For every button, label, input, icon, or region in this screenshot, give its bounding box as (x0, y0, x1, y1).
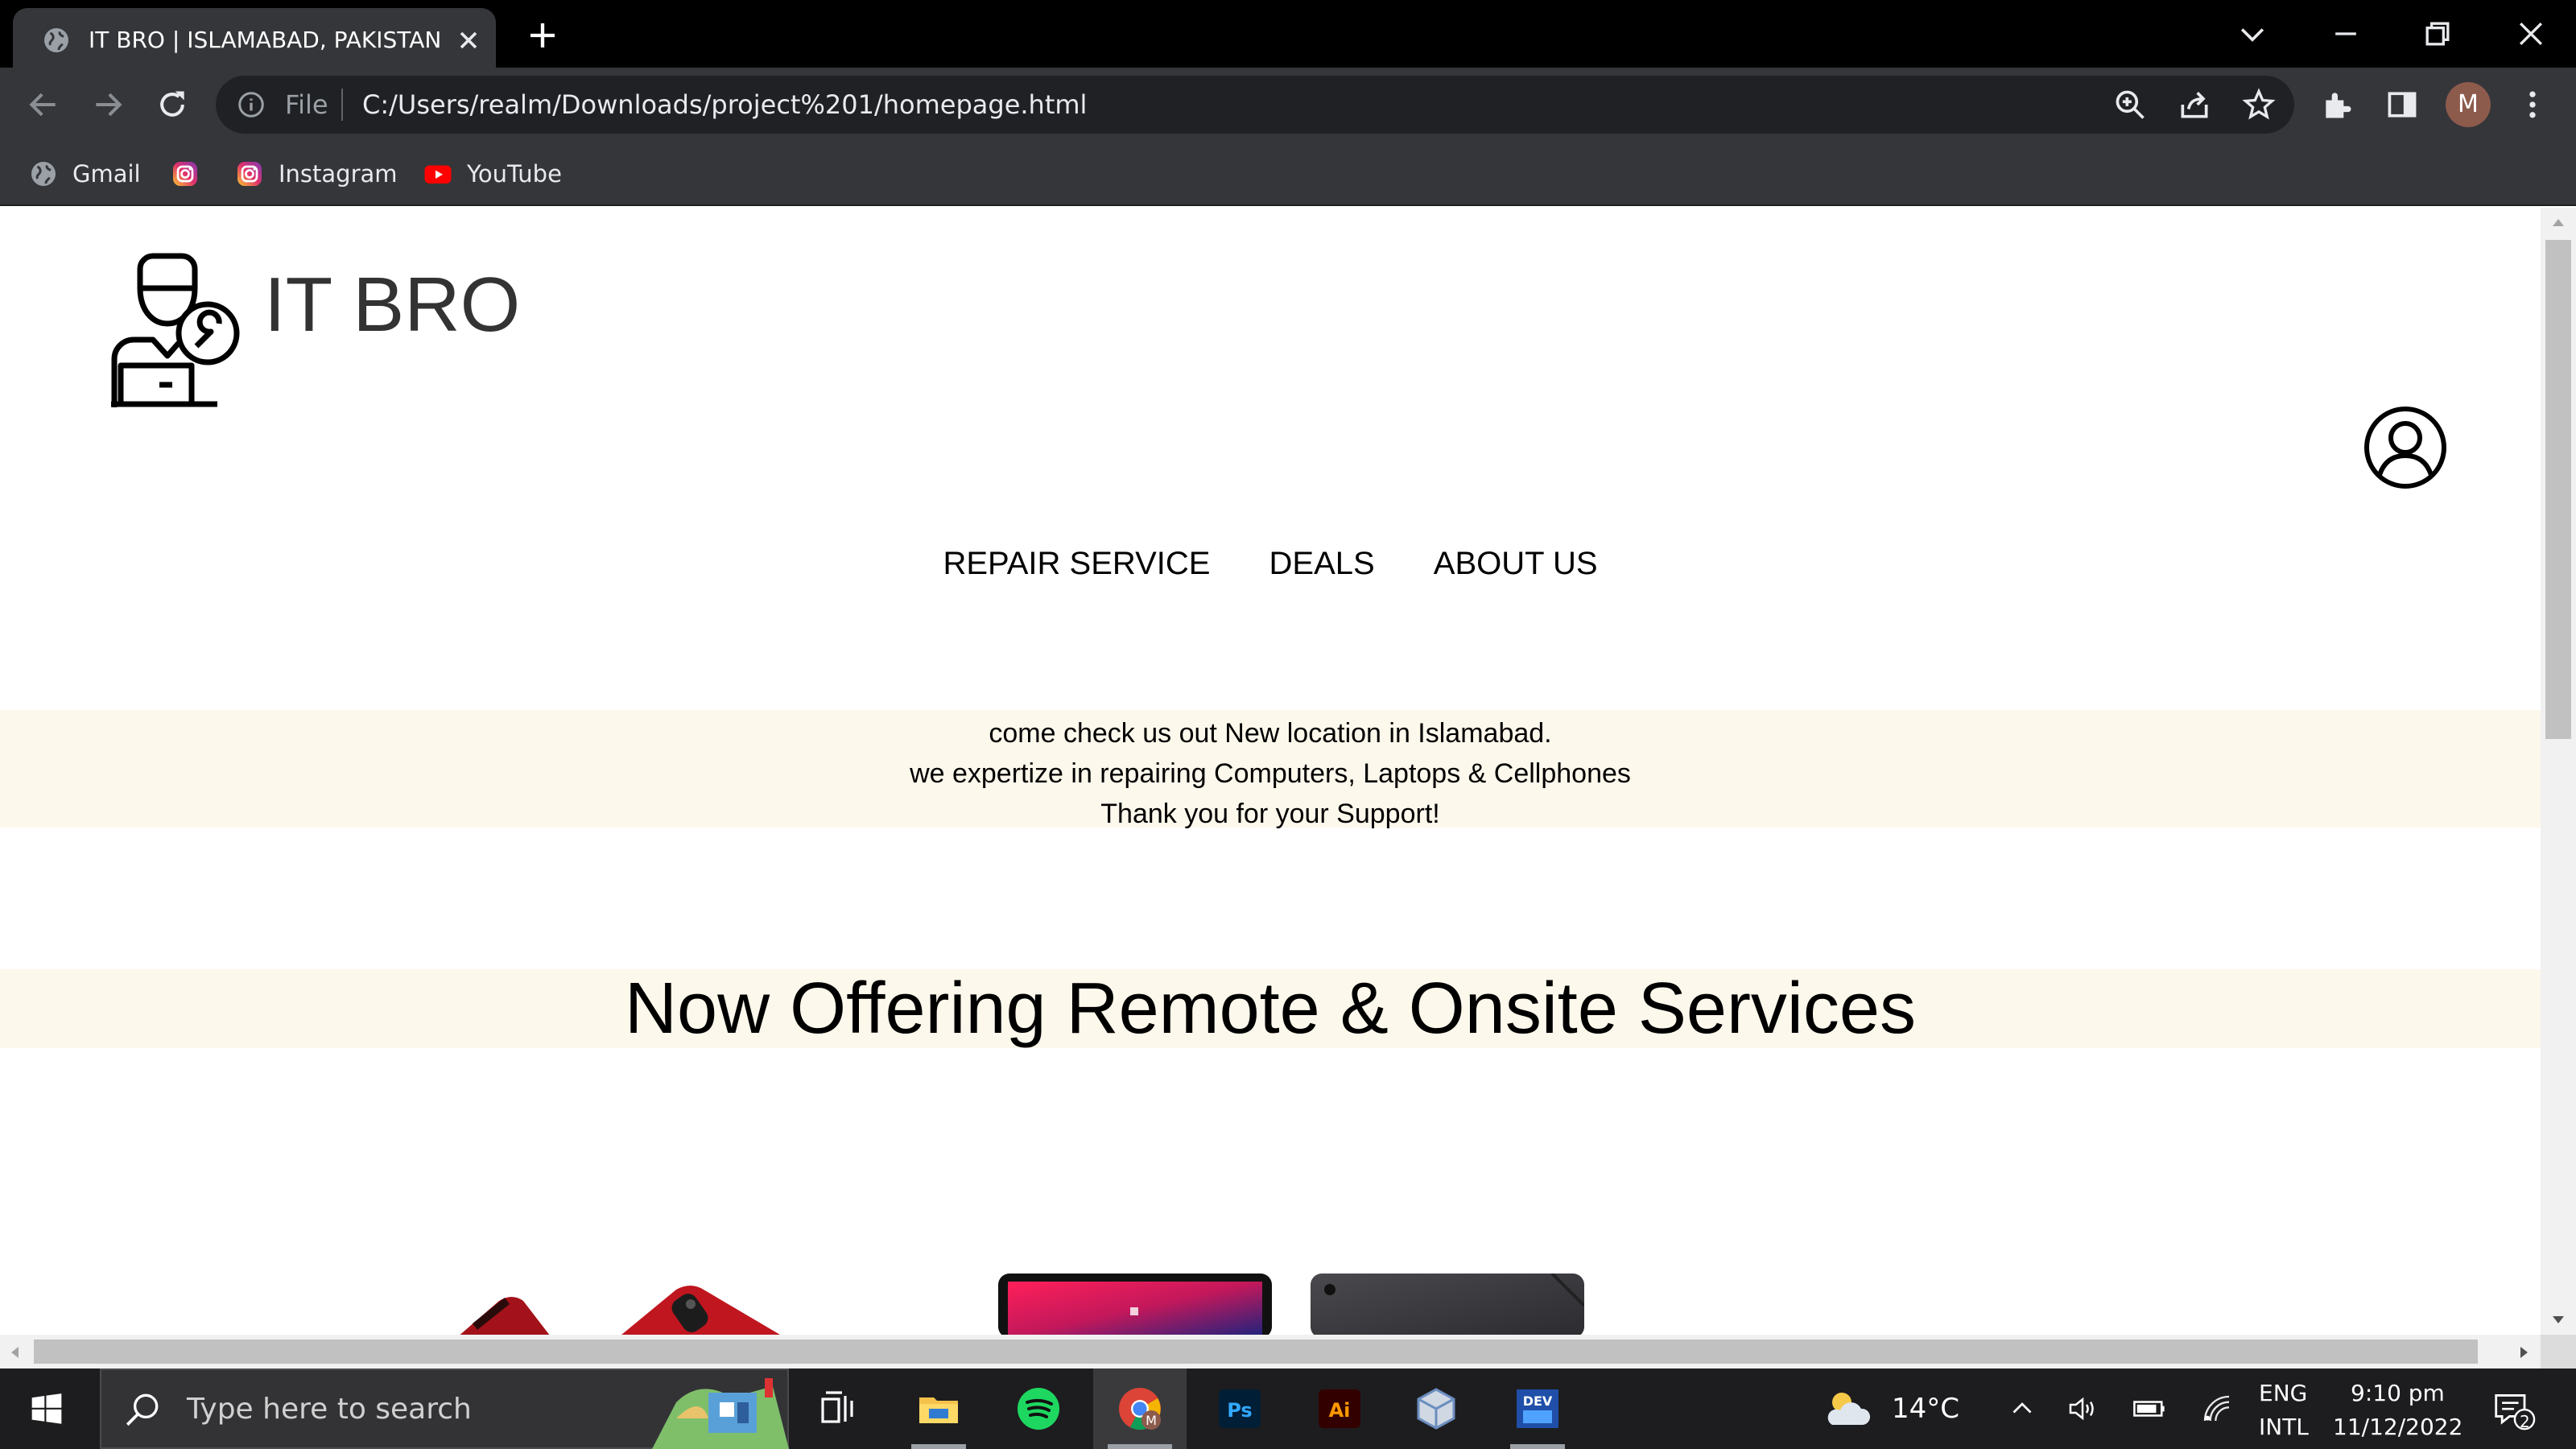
scroll-down-arrow-icon[interactable] (2550, 1314, 2566, 1327)
file-explorer-icon[interactable] (916, 1386, 961, 1431)
divider (341, 89, 343, 121)
scroll-right-arrow-icon[interactable] (2518, 1344, 2531, 1360)
clock-date[interactable]: 11/12/2022 (2333, 1414, 2462, 1440)
vertical-scroll-thumb[interactable] (2545, 240, 2571, 739)
chrome-icon[interactable]: M (1117, 1386, 1162, 1431)
bookmark-label: Gmail (72, 160, 141, 188)
bookmarks-bar: Gmail Instagram YouTube (0, 142, 2576, 206)
announcement-line: come check us out New location in Islama… (989, 718, 1552, 749)
scrollbar-corner (2541, 1335, 2576, 1368)
new-tab-icon[interactable] (526, 19, 559, 52)
url-text[interactable]: C:/Users/realm/Downloads/project%201/hom… (362, 90, 1087, 119)
bookmark-star-icon[interactable] (2241, 87, 2277, 122)
wifi-icon[interactable] (2201, 1393, 2233, 1425)
offer-banner: Now Offering Remote & Onsite Services (0, 969, 2541, 1048)
address-bar[interactable]: File C:/Users/realm/Downloads/project%20… (216, 76, 2294, 134)
scheme-label: File (285, 89, 328, 120)
search-placeholder: Type here to search (187, 1393, 472, 1426)
brand-name[interactable]: IT BRO (264, 261, 520, 349)
vertical-scrollbar[interactable] (2541, 208, 2576, 1335)
extensions-icon[interactable] (2320, 87, 2355, 122)
running-indicator (1510, 1444, 1565, 1449)
nav-repair-service[interactable]: REPAIR SERVICE (943, 546, 1210, 581)
announcement-line: Thank you for your Support! (1100, 799, 1440, 829)
page-viewport: IT BRO REPAIR SERVICE DEALS ABOUT US com… (0, 208, 2541, 1335)
forward-arrow-icon[interactable] (90, 87, 126, 122)
scroll-up-arrow-icon[interactable] (2550, 216, 2566, 229)
youtube-icon (424, 165, 452, 184)
profile-avatar[interactable]: M (2446, 82, 2491, 127)
ipad-back-image (1311, 1274, 1584, 1335)
globe-icon (31, 162, 56, 186)
back-arrow-icon[interactable] (26, 87, 61, 122)
offer-heading: Now Offering Remote & Onsite Services (625, 968, 1916, 1049)
svg-text:Ai: Ai (1329, 1399, 1351, 1422)
instagram-icon (237, 162, 262, 186)
running-indicator (1108, 1444, 1172, 1449)
red-phones-image (460, 1286, 781, 1335)
illustrator-icon[interactable]: Ai (1317, 1386, 1362, 1431)
svg-text:DEV: DEV (1523, 1393, 1553, 1409)
bookmark-label: Instagram (279, 160, 398, 188)
bookmark-label: YouTube (467, 160, 562, 188)
nav-about-us[interactable]: ABOUT US (1434, 546, 1598, 581)
announcement-banner: come check us out New location in Islama… (0, 710, 2541, 829)
nav-deals[interactable]: DEALS (1269, 546, 1375, 581)
side-panel-icon[interactable] (2384, 87, 2420, 122)
weather-cloud-icon[interactable] (1823, 1386, 1874, 1431)
photoshop-icon[interactable]: Ps (1217, 1386, 1262, 1431)
announcement-line: we expertize in repairing Computers, Lap… (910, 758, 1631, 789)
weather-temp[interactable]: 14°C (1892, 1393, 1959, 1425)
info-icon[interactable] (237, 90, 266, 119)
language-label[interactable]: ENG (2259, 1380, 2307, 1406)
search-icon (126, 1393, 159, 1426)
bookmark-youtube[interactable]: YouTube (423, 156, 562, 192)
horizontal-scroll-thumb[interactable] (34, 1340, 2478, 1364)
tab-search-chevron-icon[interactable] (2235, 16, 2270, 52)
horizontal-scrollbar[interactable] (0, 1335, 2541, 1368)
virtualbox-icon[interactable] (1414, 1386, 1459, 1431)
windows-taskbar: Type here to search M Ps Ai DEV 14°C ENG… (0, 1368, 2576, 1449)
share-icon[interactable] (2177, 87, 2212, 122)
browser-tab[interactable]: IT BRO | ISLAMABAD, PAKISTAN (13, 8, 496, 68)
running-indicator (911, 1444, 966, 1449)
ipad-screen-image (998, 1274, 1272, 1335)
main-nav: REPAIR SERVICE DEALS ABOUT US (0, 546, 2541, 582)
keyboard-layout-label[interactable]: INTL (2259, 1414, 2309, 1440)
spotify-icon[interactable] (1016, 1386, 1061, 1431)
menu-kebab-icon[interactable] (2515, 87, 2550, 122)
close-window-icon[interactable] (2513, 16, 2549, 52)
restore-icon[interactable] (2420, 16, 2455, 52)
minimize-icon[interactable] (2328, 16, 2363, 52)
bookmark-gmail[interactable]: Gmail (29, 156, 141, 192)
browser-toolbar: File C:/Users/realm/Downloads/project%20… (0, 68, 2576, 142)
reload-icon[interactable] (155, 87, 190, 122)
tab-title: IT BRO | ISLAMABAD, PAKISTAN (89, 27, 442, 53)
clock-time[interactable]: 9:10 pm (2351, 1380, 2445, 1406)
scroll-left-arrow-icon[interactable] (8, 1344, 21, 1360)
notification-center-icon[interactable] (2491, 1389, 2537, 1431)
globe-icon (44, 28, 68, 52)
user-account-icon[interactable] (2363, 406, 2447, 489)
battery-icon[interactable] (2132, 1394, 2167, 1423)
svg-text:M: M (1146, 1413, 1157, 1428)
technician-logo-icon[interactable] (105, 246, 243, 411)
dev-cpp-icon[interactable]: DEV (1515, 1386, 1560, 1431)
chevron-up-icon[interactable] (2008, 1394, 2037, 1423)
search-highlight-illustration-icon (652, 1378, 789, 1449)
bookmark-instagram-icon-only[interactable] (171, 156, 200, 192)
task-view-icon[interactable] (815, 1386, 860, 1431)
bookmark-instagram[interactable]: Instagram (235, 156, 398, 192)
notification-count: 2 (2520, 1412, 2530, 1431)
svg-text:Ps: Ps (1227, 1399, 1252, 1422)
volume-icon[interactable] (2066, 1393, 2099, 1425)
instagram-icon (173, 162, 197, 186)
tab-strip: IT BRO | ISLAMABAD, PAKISTAN (0, 0, 2576, 68)
zoom-icon[interactable] (2112, 87, 2148, 122)
close-tab-icon[interactable] (454, 26, 483, 55)
taskbar-search-box[interactable]: Type here to search (100, 1368, 789, 1449)
windows-start-icon[interactable] (29, 1391, 64, 1426)
